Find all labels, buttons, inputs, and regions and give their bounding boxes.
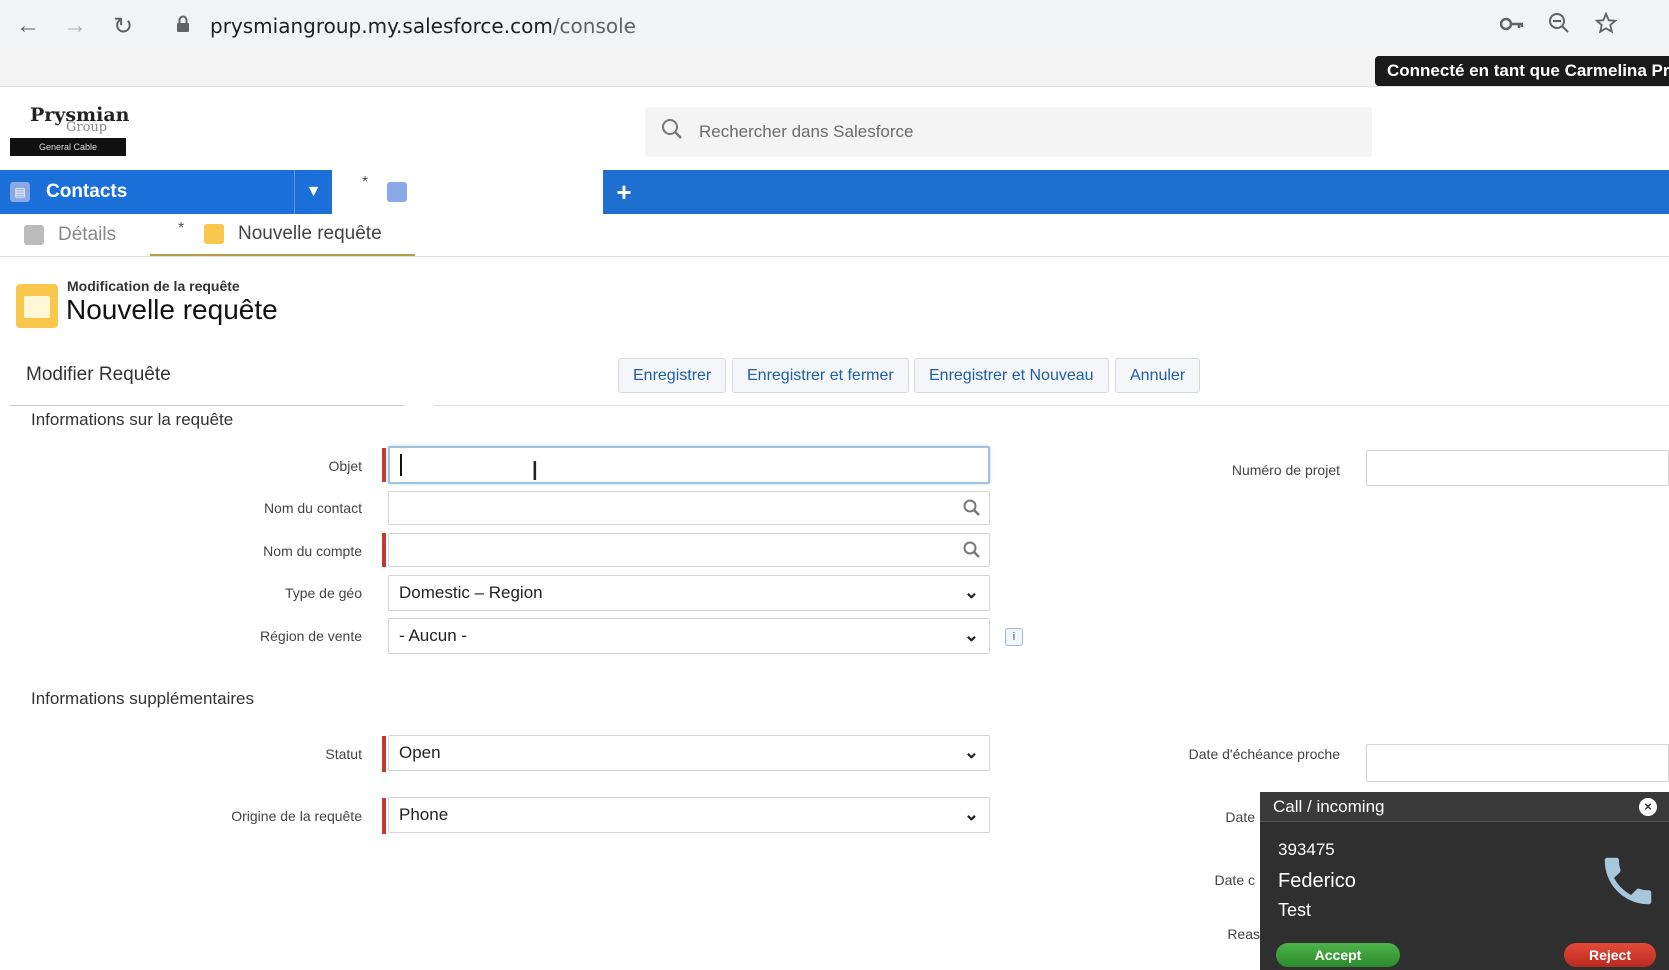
chevron-down-icon[interactable]: ▼ bbox=[294, 170, 332, 214]
accept-call-button[interactable]: Accept bbox=[1276, 943, 1400, 967]
tab-contacts-label: Contacts bbox=[46, 181, 128, 202]
browser-toolbar: ← → ↻ prysmiangroup.my.salesforce.com/co… bbox=[0, 0, 1669, 52]
geo-value: Domestic – Region bbox=[399, 583, 543, 602]
subtab-details-label: Détails bbox=[58, 224, 117, 245]
date-label-2: Date c bbox=[1214, 872, 1255, 888]
lock-icon bbox=[176, 14, 190, 38]
save-close-button[interactable]: Enregistrer et fermer bbox=[732, 358, 909, 393]
geo-label: Type de géo bbox=[284, 585, 362, 601]
tab-record[interactable]: * bbox=[332, 170, 603, 214]
required-marker bbox=[382, 736, 386, 772]
modified-marker: * bbox=[362, 174, 369, 191]
reload-icon[interactable]: ↻ bbox=[108, 11, 138, 41]
save-button[interactable]: Enregistrer bbox=[618, 358, 727, 393]
origine-value: Phone bbox=[399, 805, 449, 824]
section-title-info: Informations sur la requête bbox=[31, 410, 234, 429]
subtab-details[interactable]: Détails bbox=[24, 214, 116, 256]
caller-last-name: Test bbox=[1278, 900, 1312, 920]
caller-number: 393475 bbox=[1278, 840, 1335, 859]
required-marker bbox=[382, 798, 386, 834]
star-icon[interactable] bbox=[1594, 11, 1618, 40]
section-title-extra: Informations supplémentaires bbox=[31, 689, 255, 708]
incoming-call-popup: Call / incoming × 393475 Federico Test A… bbox=[1260, 792, 1669, 970]
region-value: - Aucun - bbox=[399, 626, 468, 645]
case-icon bbox=[204, 224, 224, 244]
chevron-down-icon: ⌄ bbox=[963, 582, 979, 602]
forward-icon[interactable]: → bbox=[60, 11, 90, 41]
back-icon[interactable]: ← bbox=[13, 11, 43, 41]
subtab-new-request-label: Nouvelle requête bbox=[238, 223, 382, 244]
search-input[interactable] bbox=[697, 121, 1297, 143]
contacts-icon: ▤ bbox=[10, 182, 30, 202]
origine-select[interactable]: Phone ⌄ bbox=[388, 797, 990, 833]
contact-label: Nom du contact bbox=[263, 500, 362, 516]
statut-label: Statut bbox=[325, 746, 362, 762]
statut-value: Open bbox=[399, 743, 441, 762]
close-icon[interactable]: × bbox=[1639, 798, 1657, 816]
text-cursor bbox=[400, 454, 402, 476]
chevron-down-icon: ⌄ bbox=[963, 625, 979, 645]
save-new-button[interactable]: Enregistrer et Nouveau bbox=[914, 358, 1109, 393]
logo-tagline: General Cable bbox=[10, 138, 126, 156]
caller-first-name: Federico bbox=[1278, 870, 1356, 892]
address-bar[interactable]: prysmiangroup.my.salesforce.com/console bbox=[160, 6, 1460, 46]
logo-group: Group bbox=[66, 120, 108, 135]
required-marker bbox=[382, 448, 386, 482]
edit-section-title: Modifier Requête bbox=[26, 364, 171, 385]
key-icon[interactable] bbox=[1499, 12, 1524, 38]
page-title: Nouvelle requête bbox=[66, 294, 278, 325]
chevron-down-icon: ⌄ bbox=[963, 742, 979, 762]
lookup-search-icon[interactable] bbox=[963, 499, 981, 522]
echeance-field[interactable] bbox=[1366, 744, 1669, 782]
reject-call-button[interactable]: Reject bbox=[1564, 943, 1656, 967]
contact-field[interactable] bbox=[388, 491, 990, 525]
subtab-new-request[interactable]: * Nouvelle requête bbox=[150, 214, 415, 256]
region-label: Région de vente bbox=[260, 628, 362, 644]
origine-label: Origine de la requête bbox=[231, 808, 362, 824]
company-logo[interactable]: Prysmian Group General Cable bbox=[10, 104, 129, 156]
call-title: Call / incoming bbox=[1273, 796, 1385, 816]
date-label: Date bbox=[1225, 809, 1255, 825]
zoom-icon[interactable] bbox=[1548, 12, 1570, 40]
modified-marker: * bbox=[178, 220, 185, 237]
connected-as-banner: Connecté en tant que Carmelina Pric bbox=[1375, 56, 1669, 86]
lookup-search-icon[interactable] bbox=[963, 541, 981, 564]
mouse-ibeam-icon: I bbox=[531, 457, 539, 487]
cancel-button[interactable]: Annuler bbox=[1115, 358, 1201, 393]
record-icon bbox=[387, 182, 407, 202]
phone-icon bbox=[1597, 850, 1659, 927]
url-host: prysmiangroup.my.salesforce.com bbox=[210, 14, 553, 38]
statut-select[interactable]: Open ⌄ bbox=[388, 735, 990, 771]
details-icon bbox=[24, 225, 44, 245]
subtab-bar: Détails * Nouvelle requête bbox=[0, 214, 1669, 257]
compte-label: Nom du compte bbox=[263, 543, 362, 559]
divider bbox=[434, 405, 1669, 406]
region-select[interactable]: - Aucun - ⌄ bbox=[388, 618, 990, 654]
chevron-down-icon: ⌄ bbox=[963, 804, 979, 824]
page-subtitle: Modification de la requête bbox=[67, 278, 240, 294]
objet-label: Objet bbox=[328, 458, 362, 474]
tab-contacts[interactable]: ▤ Contacts ▼ bbox=[0, 170, 332, 214]
reason-label: Reas bbox=[1227, 926, 1260, 942]
objet-field[interactable] bbox=[388, 446, 990, 484]
required-marker bbox=[382, 533, 386, 567]
projet-label: Numéro de projet bbox=[1231, 462, 1340, 478]
url-path: /console bbox=[552, 14, 636, 38]
echeance-label: Date d'échéance proche bbox=[1188, 746, 1340, 762]
projet-field[interactable] bbox=[1366, 450, 1669, 486]
case-icon bbox=[16, 284, 58, 328]
geo-select[interactable]: Domestic – Region ⌄ bbox=[388, 575, 990, 611]
compte-field[interactable] bbox=[388, 533, 990, 567]
call-popup-header: Call / incoming bbox=[1260, 792, 1669, 822]
search-icon bbox=[661, 118, 683, 146]
global-search[interactable] bbox=[645, 107, 1372, 157]
divider bbox=[10, 405, 404, 406]
info-icon[interactable]: i bbox=[1005, 628, 1023, 646]
add-tab-button[interactable]: + bbox=[604, 170, 644, 214]
